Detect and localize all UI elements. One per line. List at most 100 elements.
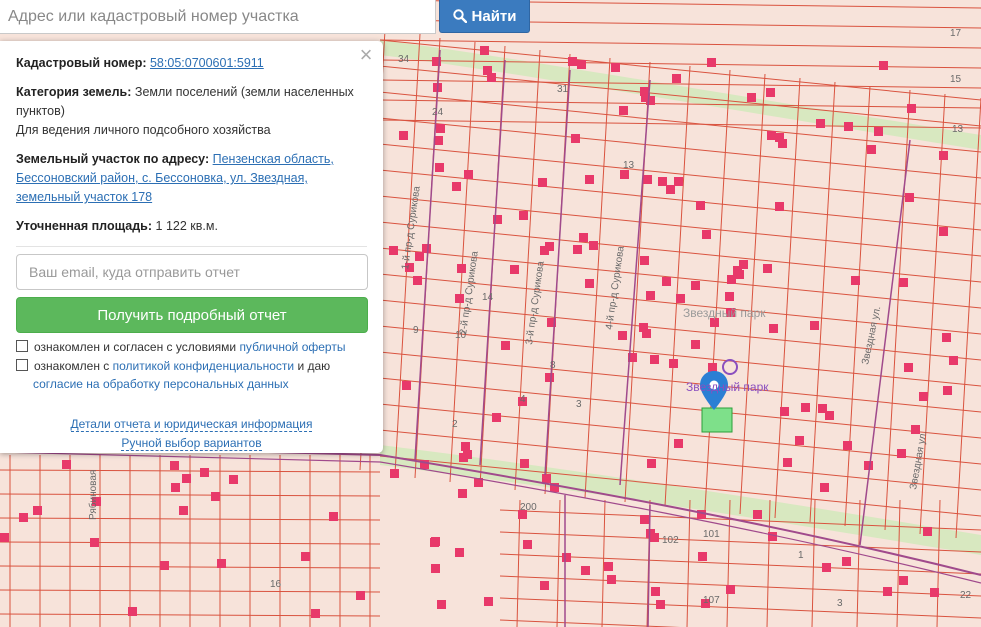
land-category-row: Категория земель: Земли поселений (земли… — [16, 83, 367, 140]
house-number: 1 — [798, 550, 804, 561]
building — [753, 510, 762, 519]
consent-privacy-text: ознакомлен с — [34, 359, 113, 373]
building — [691, 340, 700, 349]
building — [942, 333, 951, 342]
house-number: 31 — [557, 84, 569, 95]
house-number: 34 — [398, 54, 410, 65]
building — [390, 469, 399, 478]
search-button-label: Найти — [471, 7, 517, 25]
building — [484, 597, 493, 606]
building — [501, 341, 510, 350]
close-icon[interactable]: × — [358, 44, 374, 66]
building — [585, 175, 594, 184]
building — [562, 553, 571, 562]
building — [90, 538, 99, 547]
house-number: 13 — [952, 124, 964, 135]
building — [669, 359, 678, 368]
building — [674, 439, 683, 448]
building — [455, 548, 464, 557]
land-category-label: Категория земель: — [16, 85, 132, 99]
building — [820, 483, 829, 492]
building — [842, 557, 851, 566]
building — [843, 441, 852, 450]
building — [464, 170, 473, 179]
consent-privacy-row: ознакомлен с политикой конфиденциальност… — [16, 357, 367, 393]
building — [708, 363, 717, 372]
park-label-2: Звездный парк — [686, 380, 769, 394]
search-icon — [452, 9, 467, 23]
search-input[interactable] — [0, 0, 435, 33]
house-number: 24 — [432, 107, 444, 118]
personal-data-consent-link[interactable]: согласие на обработку персональных данны… — [33, 377, 289, 391]
building — [943, 386, 952, 395]
consent-privacy-checkbox[interactable] — [16, 359, 28, 371]
selected-parcel[interactable] — [701, 407, 733, 433]
building — [619, 106, 628, 115]
building — [904, 363, 913, 372]
street-label-ryabinovaya: Рябиновая — [87, 470, 99, 520]
house-number: 2 — [452, 419, 458, 430]
consent-offer-row: ознакомлен и согласен с условиями публич… — [16, 338, 367, 356]
building — [702, 230, 711, 239]
cadastral-number-label: Кадастровый номер: — [16, 56, 147, 70]
get-report-button[interactable]: Получить подробный отчет — [16, 297, 368, 333]
house-number: 107 — [703, 595, 720, 606]
house-number: 16 — [270, 579, 282, 590]
building — [874, 127, 883, 136]
building — [402, 381, 411, 390]
building — [356, 591, 365, 600]
consent-offer-checkbox[interactable] — [16, 340, 28, 352]
building — [923, 527, 932, 536]
building — [640, 256, 649, 265]
address-row: Земельный участок по адресу: Пензенская … — [16, 150, 367, 207]
building — [211, 492, 220, 501]
building — [171, 483, 180, 492]
email-field[interactable] — [16, 254, 368, 290]
house-number: 10 — [455, 330, 467, 341]
house-number: 4 — [520, 394, 526, 405]
building — [542, 474, 551, 483]
building — [818, 404, 827, 413]
cadastral-number-link[interactable]: 58:05:0700601:5911 — [150, 56, 264, 70]
building — [620, 170, 629, 179]
house-number: 3 — [576, 399, 582, 410]
search-button[interactable]: Найти — [439, 0, 530, 33]
building — [778, 139, 787, 148]
building — [674, 177, 683, 186]
report-details-link[interactable]: Детали отчета и юридическая информация — [70, 417, 313, 432]
house-number: 14 — [482, 292, 494, 303]
building — [458, 489, 467, 498]
building — [435, 163, 444, 172]
building — [640, 515, 649, 524]
park-label-1: Звездный парк — [683, 306, 766, 320]
building — [520, 459, 529, 468]
building — [822, 563, 831, 572]
building — [461, 442, 470, 451]
manual-selection-link[interactable]: Ручной выбор вариантов — [121, 436, 262, 451]
building — [643, 175, 652, 184]
building — [666, 185, 675, 194]
building — [577, 60, 586, 69]
building — [899, 278, 908, 287]
building — [33, 506, 42, 515]
building — [897, 449, 906, 458]
public-offer-link[interactable]: публичной оферты — [239, 340, 345, 354]
building — [19, 513, 28, 522]
privacy-policy-link[interactable]: политикой конфиденциальности — [113, 359, 294, 373]
parcel-info-popup: × Кадастровый номер: 58:05:0700601:5911 … — [0, 41, 383, 453]
building — [415, 252, 424, 261]
building — [568, 57, 577, 66]
building — [436, 124, 445, 133]
building — [763, 264, 772, 273]
building — [816, 119, 825, 128]
building — [585, 279, 594, 288]
building — [646, 291, 655, 300]
building — [62, 460, 71, 469]
building — [519, 211, 528, 220]
area-value: 1 122 кв.м. — [155, 219, 218, 233]
building — [707, 58, 716, 67]
building — [864, 461, 873, 470]
building — [545, 373, 554, 382]
building — [571, 134, 580, 143]
cadastral-number-row: Кадастровый номер: 58:05:0700601:5911 — [16, 54, 367, 73]
